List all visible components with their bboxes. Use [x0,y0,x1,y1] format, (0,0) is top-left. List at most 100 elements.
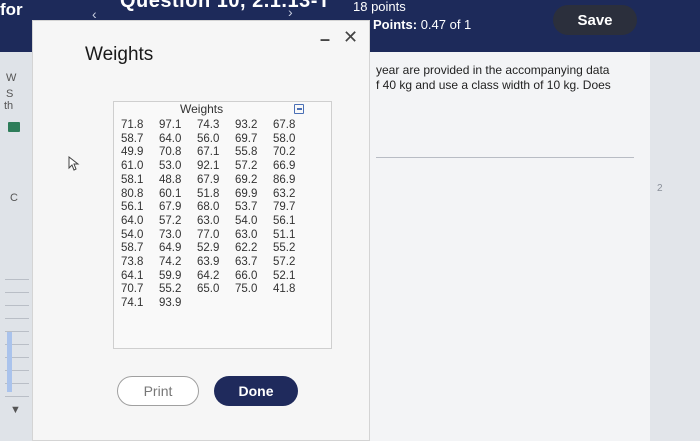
table-cell: 63.7 [235,256,258,269]
table-cell: 74.3 [197,119,220,131]
table-cell: 57.2 [159,214,182,227]
table-row: 71.8 97.1 74.3 93.2 67.8 [121,119,311,133]
table-cell: 56.0 [197,132,220,145]
table-row: 61.0 53.0 92.1 57.2 66.9 [121,160,311,174]
table-cell: 70.8 [159,146,182,159]
table-cell: 67.1 [197,146,220,159]
table-cell: 67.9 [159,201,182,214]
right-edge-mark: 2 [657,183,663,194]
table-cell: 51.8 [197,187,220,200]
table-cell: 58.0 [273,132,296,145]
table-cell: 69.9 [235,187,258,200]
print-button[interactable]: Print [117,376,199,406]
table-cell: 66.9 [273,160,296,173]
table-cell: 54.0 [121,228,144,241]
question-panel [370,52,650,441]
table-cell: 55.2 [159,283,182,296]
points-label: Points: [373,17,418,32]
points-total: 18 points [353,0,406,14]
data-table: 71.8 97.1 74.3 93.2 67.8 58.7 64.0 56.0 69.7 58.0… [121,119,311,311]
save-button[interactable]: Save [553,5,637,35]
table-cell: 58.7 [121,242,144,255]
dialog-title: Weights [85,44,154,65]
table-cell: 63.0 [235,228,258,241]
table-cell: 71.8 [121,119,144,131]
table-header: Weights [180,102,224,116]
sidebar-fragment-w: W [6,72,17,84]
table-cell: 93.9 [159,297,182,310]
close-icon[interactable]: ✕ [343,27,358,48]
table-cell: 56.1 [273,214,296,227]
table-cell: 59.9 [159,269,182,282]
scroll-down-icon[interactable]: ▼ [10,404,21,416]
table-row: 58.7 64.9 52.9 62.2 55.2 [121,242,311,256]
question-text: year are provided in the accompanying da… [376,63,631,93]
table-cell: 60.1 [159,187,182,200]
table-row: 80.8 60.1 51.8 69.9 63.2 [121,188,311,202]
table-cell: 64.0 [121,214,144,227]
table-row: 49.9 70.8 67.1 55.8 70.2 [121,146,311,160]
header-fragment: for [0,0,23,19]
sidebar-fragment-c: C [10,192,18,204]
table-cell: 74.2 [159,256,182,269]
table-cell: 75.0 [235,283,258,296]
divider [376,157,634,158]
next-question-icon[interactable]: › [288,4,293,20]
table-cell: 52.1 [273,269,296,282]
question-text-line-1: year are provided in the accompanying da… [376,63,610,77]
table-cell: 77.0 [197,228,220,241]
table-cell: 79.7 [273,201,296,214]
table-cell: 62.2 [235,242,258,255]
weights-data-table: Weights 71.8 97.1 74.3 93.2 67.8 58.7 64.0 56.0… [113,101,332,349]
question-text-line-2: f 40 kg and use a class width of 10 kg. … [376,78,611,92]
table-row: 58.1 48.8 67.9 69.2 86.9 [121,174,311,188]
table-row: 73.8 74.2 63.9 63.7 57.2 [121,256,311,270]
table-cell: 73.0 [159,228,182,241]
table-cell: 64.2 [197,269,220,282]
copy-icon[interactable] [294,104,304,114]
sidebar-fragment-th: th [4,100,14,112]
scrollbar[interactable] [7,332,12,392]
table-row: 56.1 67.9 68.0 53.7 79.7 [121,201,311,215]
table-cell: 67.8 [273,119,296,131]
table-cell: 53.0 [159,160,182,173]
table-cell: 57.2 [273,256,296,269]
table-cell: 97.1 [159,119,182,131]
table-cell: 64.1 [121,269,144,282]
table-cell: 68.0 [197,201,220,214]
table-cell: 41.8 [273,283,296,296]
points-status: Points: 0.47 of 1 [373,17,471,32]
table-cell: 69.2 [235,173,258,186]
table-cell: 56.1 [121,201,144,214]
table-cell: 93.2 [235,119,258,131]
done-button[interactable]: Done [214,376,298,406]
mouse-cursor-icon [68,156,80,171]
points-value: 0.47 of 1 [420,17,472,32]
table-cell: 55.2 [273,242,296,255]
table-cell: 55.8 [235,146,258,159]
table-row: 64.1 59.9 64.2 66.0 52.1 [121,270,311,284]
table-row: 58.7 64.0 56.0 69.7 58.0 [121,133,311,147]
table-cell: 49.9 [121,146,144,159]
table-cell: 63.2 [273,187,296,200]
table-cell: 51.1 [273,228,296,241]
left-panel: W S th C ▼ [0,52,32,441]
table-cell: 57.2 [235,160,258,173]
table-cell: 61.0 [121,160,144,173]
table-cell: 48.8 [159,173,182,186]
table-cell: 80.8 [121,187,144,200]
table-cell: 58.7 [121,132,144,145]
table-cell: 64.9 [159,242,182,255]
table-row: 74.1 93.9 [121,297,311,311]
table-cell: 70.2 [273,146,296,159]
question-title: Question 10, 2.1.13-T [120,0,331,12]
data-table-icon[interactable] [8,122,20,132]
table-row: 54.0 73.0 77.0 63.0 51.1 [121,229,311,243]
table-row: 64.0 57.2 63.0 54.0 56.1 [121,215,311,229]
table-cell: 63.0 [197,214,220,227]
sidebar-fragment-s: S [6,88,14,100]
right-edge-panel [650,52,700,441]
table-cell: 92.1 [197,160,220,173]
table-cell: 54.0 [235,214,258,227]
minimize-icon[interactable]: – [320,29,330,50]
